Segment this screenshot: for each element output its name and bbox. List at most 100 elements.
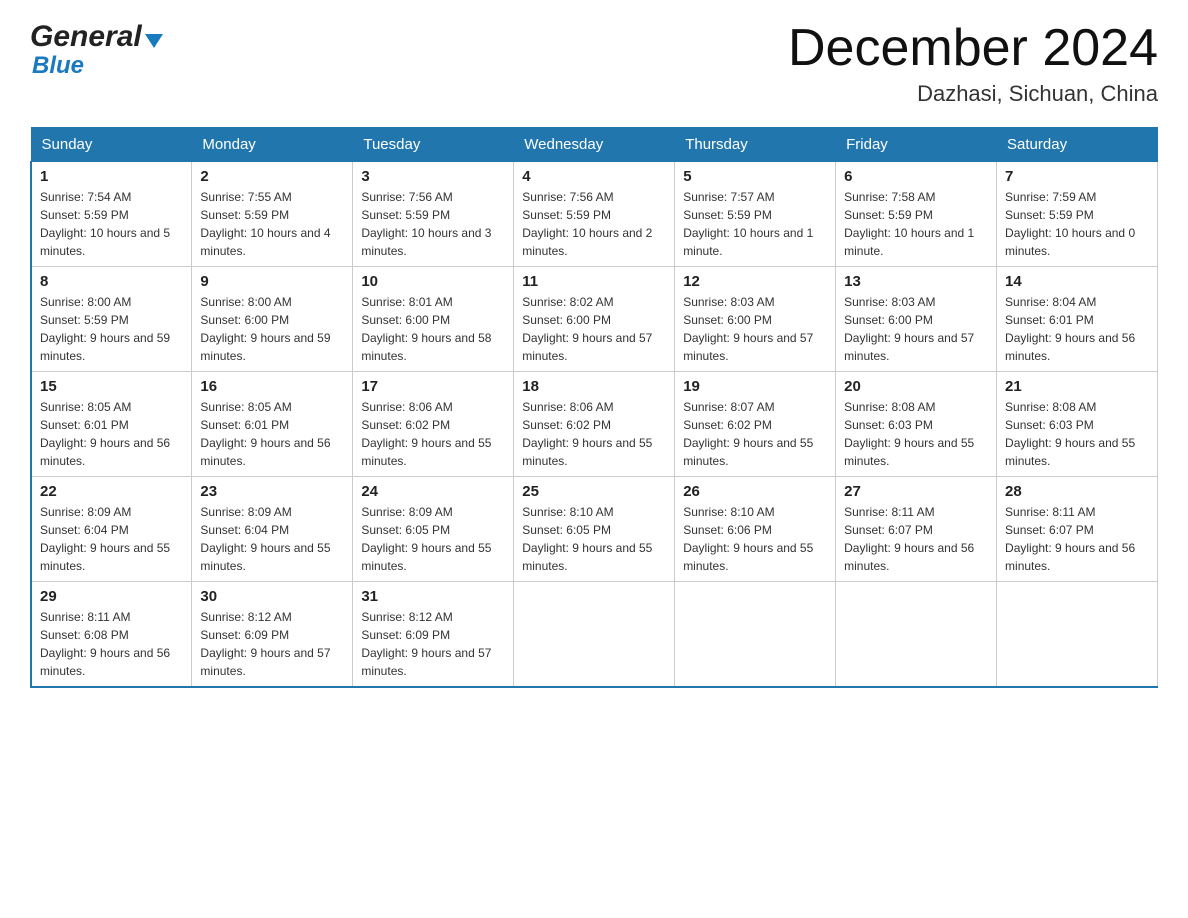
day-number: 21 [1005,378,1149,395]
day-number: 14 [1005,273,1149,290]
day-number: 30 [200,588,344,605]
calendar-cell: 27 Sunrise: 8:11 AMSunset: 6:07 PMDaylig… [836,477,997,582]
day-info: Sunrise: 8:10 AMSunset: 6:05 PMDaylight:… [522,503,666,575]
day-info: Sunrise: 8:05 AMSunset: 6:01 PMDaylight:… [40,398,183,470]
day-info: Sunrise: 8:12 AMSunset: 6:09 PMDaylight:… [200,608,344,680]
day-number: 5 [683,168,827,185]
calendar-cell: 20 Sunrise: 8:08 AMSunset: 6:03 PMDaylig… [836,372,997,477]
day-number: 19 [683,378,827,395]
day-number: 15 [40,378,183,395]
calendar-week-row: 15 Sunrise: 8:05 AMSunset: 6:01 PMDaylig… [31,372,1158,477]
calendar-cell: 10 Sunrise: 8:01 AMSunset: 6:00 PMDaylig… [353,267,514,372]
day-info: Sunrise: 8:07 AMSunset: 6:02 PMDaylight:… [683,398,827,470]
day-number: 11 [522,273,666,290]
calendar-title-section: December 2024 Dazhasi, Sichuan, China [788,20,1158,107]
calendar-cell [997,582,1158,688]
logo-blue: Blue [32,52,84,80]
day-info: Sunrise: 8:11 AMSunset: 6:08 PMDaylight:… [40,608,183,680]
header-day-sunday: Sunday [31,128,192,162]
header-day-wednesday: Wednesday [514,128,675,162]
day-number: 2 [200,168,344,185]
calendar-cell: 4 Sunrise: 7:56 AMSunset: 5:59 PMDayligh… [514,162,675,267]
calendar-cell: 2 Sunrise: 7:55 AMSunset: 5:59 PMDayligh… [192,162,353,267]
calendar-cell: 1 Sunrise: 7:54 AMSunset: 5:59 PMDayligh… [31,162,192,267]
calendar-cell: 16 Sunrise: 8:05 AMSunset: 6:01 PMDaylig… [192,372,353,477]
calendar-week-row: 29 Sunrise: 8:11 AMSunset: 6:08 PMDaylig… [31,582,1158,688]
day-number: 13 [844,273,988,290]
calendar-cell: 12 Sunrise: 8:03 AMSunset: 6:00 PMDaylig… [675,267,836,372]
day-number: 23 [200,483,344,500]
calendar-header-row: SundayMondayTuesdayWednesdayThursdayFrid… [31,128,1158,162]
calendar-table: SundayMondayTuesdayWednesdayThursdayFrid… [30,127,1158,688]
logo-general: General [30,20,142,54]
location-label: Dazhasi, Sichuan, China [788,81,1158,107]
logo: General Blue [30,20,163,80]
day-info: Sunrise: 8:09 AMSunset: 6:04 PMDaylight:… [40,503,183,575]
page-header: General Blue December 2024 Dazhasi, Sich… [30,20,1158,107]
day-info: Sunrise: 7:57 AMSunset: 5:59 PMDaylight:… [683,188,827,260]
day-info: Sunrise: 8:03 AMSunset: 6:00 PMDaylight:… [683,293,827,365]
calendar-cell: 19 Sunrise: 8:07 AMSunset: 6:02 PMDaylig… [675,372,836,477]
day-info: Sunrise: 8:04 AMSunset: 6:01 PMDaylight:… [1005,293,1149,365]
calendar-cell: 29 Sunrise: 8:11 AMSunset: 6:08 PMDaylig… [31,582,192,688]
day-info: Sunrise: 8:00 AMSunset: 6:00 PMDaylight:… [200,293,344,365]
day-number: 9 [200,273,344,290]
calendar-cell: 23 Sunrise: 8:09 AMSunset: 6:04 PMDaylig… [192,477,353,582]
calendar-cell: 25 Sunrise: 8:10 AMSunset: 6:05 PMDaylig… [514,477,675,582]
day-number: 12 [683,273,827,290]
day-number: 27 [844,483,988,500]
day-number: 29 [40,588,183,605]
calendar-cell: 8 Sunrise: 8:00 AMSunset: 5:59 PMDayligh… [31,267,192,372]
header-day-monday: Monday [192,128,353,162]
calendar-cell: 14 Sunrise: 8:04 AMSunset: 6:01 PMDaylig… [997,267,1158,372]
day-number: 25 [522,483,666,500]
day-number: 31 [361,588,505,605]
calendar-cell: 5 Sunrise: 7:57 AMSunset: 5:59 PMDayligh… [675,162,836,267]
calendar-cell: 26 Sunrise: 8:10 AMSunset: 6:06 PMDaylig… [675,477,836,582]
calendar-cell: 13 Sunrise: 8:03 AMSunset: 6:00 PMDaylig… [836,267,997,372]
header-day-saturday: Saturday [997,128,1158,162]
day-number: 1 [40,168,183,185]
day-info: Sunrise: 8:01 AMSunset: 6:00 PMDaylight:… [361,293,505,365]
day-number: 17 [361,378,505,395]
calendar-week-row: 22 Sunrise: 8:09 AMSunset: 6:04 PMDaylig… [31,477,1158,582]
calendar-cell: 30 Sunrise: 8:12 AMSunset: 6:09 PMDaylig… [192,582,353,688]
day-info: Sunrise: 7:59 AMSunset: 5:59 PMDaylight:… [1005,188,1149,260]
day-info: Sunrise: 8:08 AMSunset: 6:03 PMDaylight:… [844,398,988,470]
header-day-friday: Friday [836,128,997,162]
day-info: Sunrise: 8:11 AMSunset: 6:07 PMDaylight:… [1005,503,1149,575]
day-number: 10 [361,273,505,290]
day-info: Sunrise: 7:56 AMSunset: 5:59 PMDaylight:… [522,188,666,260]
day-number: 16 [200,378,344,395]
day-info: Sunrise: 8:00 AMSunset: 5:59 PMDaylight:… [40,293,183,365]
day-info: Sunrise: 8:03 AMSunset: 6:00 PMDaylight:… [844,293,988,365]
day-number: 24 [361,483,505,500]
calendar-cell: 3 Sunrise: 7:56 AMSunset: 5:59 PMDayligh… [353,162,514,267]
day-number: 6 [844,168,988,185]
calendar-week-row: 8 Sunrise: 8:00 AMSunset: 5:59 PMDayligh… [31,267,1158,372]
day-info: Sunrise: 7:56 AMSunset: 5:59 PMDaylight:… [361,188,505,260]
calendar-cell: 21 Sunrise: 8:08 AMSunset: 6:03 PMDaylig… [997,372,1158,477]
day-number: 7 [1005,168,1149,185]
day-number: 20 [844,378,988,395]
calendar-cell [836,582,997,688]
day-info: Sunrise: 8:05 AMSunset: 6:01 PMDaylight:… [200,398,344,470]
calendar-cell: 9 Sunrise: 8:00 AMSunset: 6:00 PMDayligh… [192,267,353,372]
calendar-cell [675,582,836,688]
calendar-cell: 28 Sunrise: 8:11 AMSunset: 6:07 PMDaylig… [997,477,1158,582]
calendar-week-row: 1 Sunrise: 7:54 AMSunset: 5:59 PMDayligh… [31,162,1158,267]
day-info: Sunrise: 7:54 AMSunset: 5:59 PMDaylight:… [40,188,183,260]
day-number: 28 [1005,483,1149,500]
calendar-cell: 11 Sunrise: 8:02 AMSunset: 6:00 PMDaylig… [514,267,675,372]
calendar-cell: 7 Sunrise: 7:59 AMSunset: 5:59 PMDayligh… [997,162,1158,267]
day-info: Sunrise: 8:10 AMSunset: 6:06 PMDaylight:… [683,503,827,575]
calendar-cell: 24 Sunrise: 8:09 AMSunset: 6:05 PMDaylig… [353,477,514,582]
day-number: 22 [40,483,183,500]
calendar-cell: 31 Sunrise: 8:12 AMSunset: 6:09 PMDaylig… [353,582,514,688]
logo-triangle-icon [145,34,163,48]
day-number: 3 [361,168,505,185]
header-day-thursday: Thursday [675,128,836,162]
month-year-title: December 2024 [788,20,1158,77]
day-info: Sunrise: 8:11 AMSunset: 6:07 PMDaylight:… [844,503,988,575]
day-info: Sunrise: 8:12 AMSunset: 6:09 PMDaylight:… [361,608,505,680]
